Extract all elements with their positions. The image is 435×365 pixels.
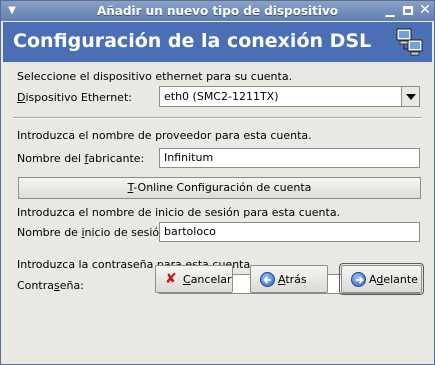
cancel-x-icon: ✘ — [165, 271, 177, 287]
next-button[interactable]: Adelante — [339, 263, 424, 295]
ethernet-label: Dispositivo Ethernet: — [17, 91, 132, 104]
provider-label: Nombre del fabricante: — [17, 152, 145, 165]
login-name-field[interactable]: bartoloco — [159, 222, 420, 242]
network-computers-icon — [396, 28, 423, 56]
dialog-window: ▼ Añadir un nuevo tipo de dispositivo ▁ … — [0, 0, 435, 365]
page-title: Configuración de la conexión DSL — [13, 30, 372, 52]
back-button[interactable]: Atrás — [250, 265, 328, 293]
provider-name-field[interactable]: Infinitum — [159, 148, 420, 168]
minimize-icon[interactable]: ▁ — [383, 4, 397, 18]
chevron-down-icon[interactable] — [401, 87, 419, 106]
ethernet-device-select[interactable]: eth0 (SMC2-1211TX) — [159, 86, 420, 107]
login-label: Nombre de inicio de sesión: — [17, 226, 170, 239]
cancel-label: Cancelar — [183, 273, 232, 286]
password-label: Contraseña: — [17, 279, 84, 292]
arrow-left-icon — [260, 272, 275, 287]
ethernet-selected-value: eth0 (SMC2-1211TX) — [164, 90, 279, 103]
maximize-icon[interactable] — [401, 4, 415, 18]
provider-instruction: Introduzca el nombre de proveedor para e… — [17, 129, 312, 142]
arrow-right-icon — [351, 272, 366, 287]
title-bar[interactable]: ▼ Añadir un nuevo tipo de dispositivo ▁ … — [1, 1, 434, 21]
back-label: Atrás — [278, 273, 307, 286]
separator — [13, 117, 422, 119]
login-instruction: Introduzca el nombre de inicio de sesión… — [17, 206, 341, 219]
ethernet-instruction: Seleccione el dispositivo ethernet para … — [17, 70, 293, 83]
window-title: Añadir un nuevo tipo de dispositivo — [96, 4, 339, 18]
close-icon[interactable]: ✕ — [418, 3, 432, 18]
t-online-config-button[interactable]: T-Online Configuración de cuenta — [18, 177, 421, 199]
cancel-button[interactable]: ✘ Cancelar — [155, 265, 233, 293]
next-label: Adelante — [369, 273, 418, 286]
header-banner: Configuración de la conexión DSL — [3, 22, 432, 62]
